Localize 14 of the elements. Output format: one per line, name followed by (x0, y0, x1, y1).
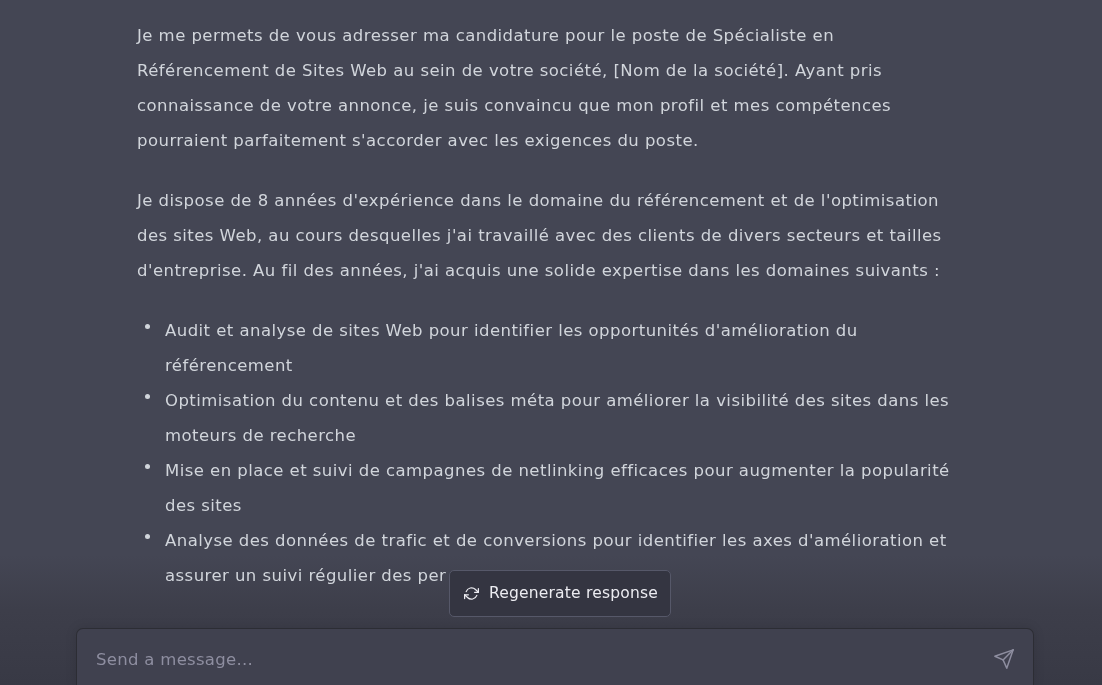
regenerate-button[interactable]: Regenerate response (449, 570, 671, 617)
send-button[interactable] (993, 648, 1015, 670)
bullet-icon (145, 324, 150, 329)
bullet-icon (145, 464, 150, 469)
list-item-text: Mise en place et suivi de campagnes de netlinking efficaces pour augmenter la popularité des sites (165, 460, 951, 517)
list-item-text: Audit et analyse de sites Web pour identifier les opportunités d'amélioration du référencement (165, 320, 859, 377)
message-input[interactable]: Send a message... (76, 628, 1034, 685)
paragraph: Je me permets de vous adresser ma candidature pour le poste de Spécialiste en Référencement de Sites Web au sein de votre société, [Nom de la société]. Ayant pris connaissance de votre annonce, je suis convaincu que mon profil et mes compétences pourraient parfaitement s'accorder avec les exigences du poste. (137, 25, 893, 152)
paragraph: Je dispose de 8 années d'expérience dans le domaine du référencement et de l'optimisation des sites Web, au cours desquelles j'ai travaillé avec des clients de divers secteurs et tailles d'entreprise. Au fil des années, j'ai acquis une solide expertise dans les domaines suivants : (137, 190, 943, 282)
list-item-text: Optimisation du contenu et des balises méta pour améliorer la visibilité des sites dans les moteurs de recherche (165, 390, 951, 447)
send-icon (993, 648, 1015, 670)
bullet-icon (145, 394, 150, 399)
bullet-icon (145, 534, 150, 539)
refresh-icon (464, 586, 479, 601)
